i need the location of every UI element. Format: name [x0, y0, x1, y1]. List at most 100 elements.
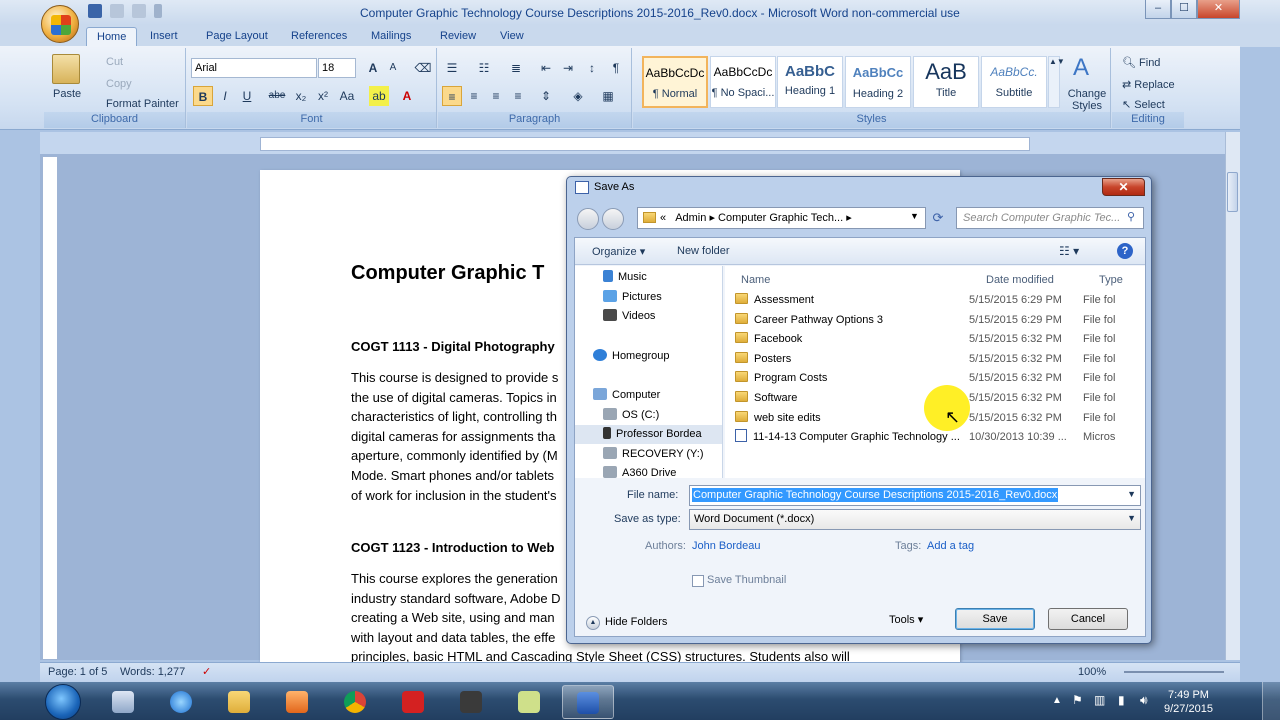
- decrease-indent-icon[interactable]: ⇤: [536, 58, 556, 78]
- shading-icon[interactable]: ◈: [568, 86, 588, 106]
- address-bar[interactable]: « Admin ▸ Computer Graphic Tech... ▸: [637, 207, 926, 229]
- hide-folders-button[interactable]: Hide Folders: [605, 616, 667, 628]
- style-title[interactable]: AaB Title: [913, 56, 979, 108]
- file-row[interactable]: Career Pathway Options 3 5/15/2015 6:29 P…: [735, 311, 1135, 330]
- back-button[interactable]: [577, 208, 599, 230]
- tags-value[interactable]: Add a tag: [927, 540, 974, 552]
- breadcrumb-admin[interactable]: Admin: [675, 212, 706, 224]
- taskbar-app-word[interactable]: [562, 685, 614, 719]
- nav-computer[interactable]: Computer: [593, 386, 660, 405]
- search-icon[interactable]: ⚲: [1127, 210, 1135, 223]
- replace-button[interactable]: ⇄ Replace: [1122, 78, 1175, 91]
- maximize-button[interactable]: ☐: [1171, 0, 1197, 19]
- customize-qat-icon[interactable]: [154, 4, 162, 18]
- new-folder-button[interactable]: New folder: [677, 245, 730, 257]
- taskbar-app-chrome[interactable]: [330, 685, 382, 719]
- nav-homegroup[interactable]: Homegroup: [593, 347, 669, 366]
- grow-font-button[interactable]: A: [363, 58, 383, 78]
- taskbar-app-autocad[interactable]: [388, 685, 440, 719]
- taskbar-app-ie[interactable]: [156, 685, 208, 719]
- help-icon[interactable]: ?: [1117, 243, 1133, 259]
- italic-button[interactable]: I: [215, 86, 235, 106]
- file-row[interactable]: Program Costs 5/15/2015 6:32 PM File fol: [735, 369, 1135, 388]
- file-row[interactable]: Posters 5/15/2015 6:32 PM File fol: [735, 350, 1135, 369]
- style-normal[interactable]: AaBbCcDc ¶ Normal: [642, 56, 708, 108]
- close-button[interactable]: ✕: [1197, 0, 1240, 19]
- save-thumbnail-checkbox[interactable]: [692, 575, 704, 587]
- breadcrumb-overflow[interactable]: «: [660, 212, 666, 224]
- subscript-button[interactable]: x₂: [291, 86, 311, 106]
- nav-pictures[interactable]: Pictures: [603, 288, 662, 307]
- nav-os-drive[interactable]: OS (C:): [603, 406, 659, 425]
- tab-view[interactable]: View: [490, 27, 534, 47]
- taskbar-app-explorer[interactable]: [214, 685, 266, 719]
- align-center-icon[interactable]: ≡: [464, 86, 484, 106]
- network-icon[interactable]: ▥: [1094, 693, 1105, 707]
- style-no-spacing[interactable]: AaBbCcDc ¶ No Spaci...: [710, 56, 776, 108]
- format-painter-button[interactable]: Format Painter: [106, 98, 179, 110]
- action-center-icon[interactable]: ⚑: [1072, 693, 1083, 707]
- change-styles-icon[interactable]: A: [1073, 54, 1089, 82]
- style-subtitle[interactable]: AaBbCc. Subtitle: [981, 56, 1047, 108]
- nav-music[interactable]: Music: [603, 268, 647, 287]
- address-dropdown-icon[interactable]: ▼: [910, 211, 919, 221]
- bullets-icon[interactable]: ☰: [442, 58, 462, 78]
- highlight-icon[interactable]: ab: [369, 86, 389, 106]
- word-count[interactable]: Words: 1,277: [120, 666, 185, 678]
- organize-button[interactable]: Organize ▾: [592, 245, 645, 258]
- taskbar-app-cinema[interactable]: [98, 685, 150, 719]
- scrollbar-thumb[interactable]: [1227, 172, 1238, 212]
- tab-review[interactable]: Review: [430, 27, 486, 47]
- tab-references[interactable]: References: [281, 27, 357, 47]
- multilevel-list-icon[interactable]: ≣: [506, 58, 526, 78]
- undo-icon[interactable]: [110, 4, 124, 18]
- change-case-button[interactable]: Aa: [337, 86, 357, 106]
- start-button[interactable]: [45, 684, 81, 720]
- column-date-modified[interactable]: Date modified: [986, 274, 1054, 286]
- view-options-icon[interactable]: ☷ ▾: [1059, 244, 1079, 258]
- taskbar-app-media[interactable]: [272, 685, 324, 719]
- cancel-button[interactable]: Cancel: [1048, 608, 1128, 630]
- power-icon[interactable]: ▮: [1118, 693, 1125, 707]
- file-name-dropdown-icon[interactable]: ▼: [1127, 489, 1136, 499]
- borders-icon[interactable]: ▦: [598, 86, 618, 106]
- file-row[interactable]: Facebook 5/15/2015 6:32 PM File fol: [735, 330, 1135, 349]
- save-icon[interactable]: [88, 4, 102, 18]
- page-count[interactable]: Page: 1 of 5: [48, 666, 107, 678]
- nav-a360-drive[interactable]: A360 Drive: [603, 464, 676, 478]
- find-button[interactable]: 🔍︎ Find: [1122, 56, 1160, 69]
- search-input[interactable]: Search Computer Graphic Tec...: [956, 207, 1144, 229]
- nav-professor-drive[interactable]: Professor Bordea: [575, 425, 722, 444]
- column-name[interactable]: Name: [741, 274, 770, 286]
- save-as-type-select[interactable]: Word Document (*.docx) ▼: [689, 509, 1141, 530]
- column-type[interactable]: Type: [1099, 274, 1123, 286]
- style-heading-2[interactable]: AaBbCc Heading 2: [845, 56, 911, 108]
- save-button[interactable]: Save: [955, 608, 1035, 630]
- show-marks-icon[interactable]: ¶: [606, 58, 626, 78]
- cut-button[interactable]: Cut: [106, 56, 123, 68]
- tab-home[interactable]: Home: [86, 27, 138, 47]
- align-right-icon[interactable]: ≡: [486, 86, 506, 106]
- paste-button[interactable]: Paste: [53, 88, 81, 100]
- breadcrumb-folder[interactable]: Computer Graphic Tech...: [718, 212, 843, 224]
- paste-icon[interactable]: [52, 54, 80, 84]
- forward-button[interactable]: [602, 208, 624, 230]
- shrink-font-button[interactable]: A: [383, 58, 403, 78]
- strikethrough-button[interactable]: abe: [267, 86, 287, 106]
- tools-button[interactable]: Tools ▾: [889, 613, 923, 626]
- horizontal-ruler[interactable]: [260, 137, 1030, 151]
- increase-indent-icon[interactable]: ⇥: [558, 58, 578, 78]
- numbering-icon[interactable]: ☷: [474, 58, 494, 78]
- font-name-select[interactable]: Arial: [191, 58, 317, 78]
- sort-icon[interactable]: ↕: [582, 58, 602, 78]
- zoom-level[interactable]: 100%: [1078, 666, 1106, 678]
- show-desktop-button[interactable]: [1262, 682, 1280, 720]
- underline-button[interactable]: U: [237, 86, 257, 106]
- style-heading-1[interactable]: AaBbC Heading 1: [777, 56, 843, 108]
- tray-overflow-icon[interactable]: ▲: [1052, 695, 1062, 706]
- volume-icon[interactable]: 🔊︎: [1140, 693, 1148, 708]
- authors-value[interactable]: John Bordeau: [692, 540, 761, 552]
- nav-recovery-drive[interactable]: RECOVERY (Y:): [603, 445, 704, 464]
- nav-videos[interactable]: Videos: [603, 307, 655, 326]
- tab-insert[interactable]: Insert: [140, 27, 188, 47]
